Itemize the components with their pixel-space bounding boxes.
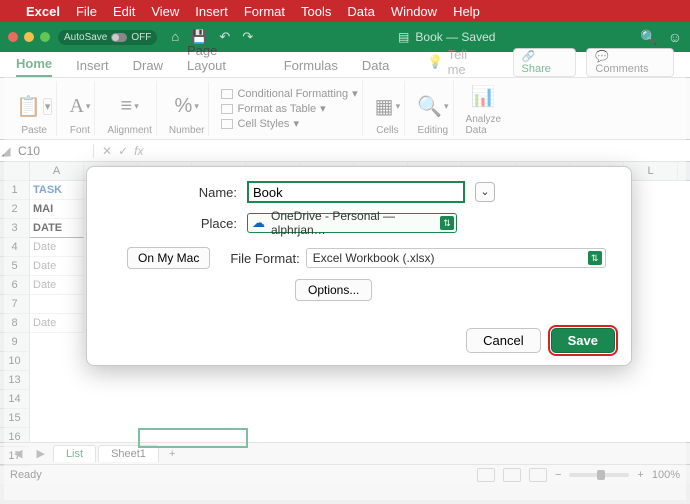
analyze-icon: 📊 bbox=[471, 84, 496, 109]
save-button[interactable]: Save bbox=[551, 328, 615, 353]
zoom-level[interactable]: 100% bbox=[652, 469, 680, 481]
toggle-off-icon bbox=[111, 33, 127, 42]
ribbon-tabs: Home Insert Draw Page Layout Formulas Da… bbox=[0, 52, 690, 78]
cancel-button[interactable]: Cancel bbox=[466, 328, 540, 353]
place-select[interactable]: ☁ OneDrive - Personal — alphrjan… ⇅ bbox=[247, 213, 457, 233]
editing-icon: 🔍 bbox=[417, 94, 442, 119]
lightbulb-icon: 💡 bbox=[427, 54, 443, 70]
cloud-icon: ☁ bbox=[252, 215, 265, 231]
autosave-toggle[interactable]: AutoSave OFF bbox=[58, 30, 157, 45]
ribbon-group-editing[interactable]: 🔍▾ Editing bbox=[413, 81, 453, 136]
document-title: Book — Saved bbox=[415, 30, 495, 44]
cell-a4[interactable]: Date bbox=[30, 238, 84, 257]
cell-a1[interactable]: TASK bbox=[30, 181, 84, 200]
clipboard-dropdown-icon[interactable]: ▾ bbox=[43, 98, 53, 115]
file-format-select[interactable]: Excel Workbook (.xlsx) ⇅ bbox=[306, 248, 606, 268]
sheet-tab-list[interactable]: List bbox=[53, 445, 96, 462]
tab-formulas[interactable]: Formulas bbox=[284, 58, 338, 77]
cell-a5[interactable]: Date bbox=[30, 257, 84, 276]
ribbon-group-font[interactable]: A▾ Font bbox=[65, 81, 95, 136]
share-button[interactable]: 🔗 Share bbox=[513, 48, 577, 77]
menu-insert[interactable]: Insert bbox=[195, 4, 228, 19]
window-zoom-icon[interactable] bbox=[40, 32, 50, 42]
cell-a2[interactable]: MAI bbox=[30, 200, 84, 219]
menu-data[interactable]: Data bbox=[347, 4, 374, 19]
name-box[interactable]: C10 bbox=[12, 144, 94, 158]
menu-help[interactable]: Help bbox=[453, 4, 480, 19]
menu-format[interactable]: Format bbox=[244, 4, 285, 19]
dropdown-icon: ⇅ bbox=[588, 251, 602, 265]
file-name-input[interactable] bbox=[247, 181, 465, 203]
menu-excel[interactable]: Excel bbox=[26, 4, 60, 19]
ribbon-group-paste[interactable]: 📋▾ Paste bbox=[12, 81, 57, 136]
page-layout-view-icon[interactable] bbox=[503, 468, 521, 482]
ribbon-group-cells[interactable]: ▦▾ Cells bbox=[371, 81, 405, 136]
selection-rectangle bbox=[138, 428, 248, 448]
tab-insert[interactable]: Insert bbox=[76, 58, 109, 77]
page-break-view-icon[interactable] bbox=[529, 468, 547, 482]
ribbon-group-analyze[interactable]: 📊 AnalyzeData bbox=[462, 81, 506, 136]
conditional-formatting-button[interactable]: Conditional Formatting ▾ bbox=[221, 86, 357, 101]
font-icon: A bbox=[69, 95, 83, 118]
save-dialog: Name: ⌄ Place: ☁ OneDrive - Personal — a… bbox=[86, 166, 632, 366]
mac-menubar: Excel File Edit View Insert Format Tools… bbox=[0, 0, 690, 22]
percent-icon: % bbox=[175, 95, 193, 118]
tab-home[interactable]: Home bbox=[16, 56, 52, 77]
tab-page-layout[interactable]: Page Layout bbox=[187, 43, 260, 77]
cf-icon bbox=[221, 89, 233, 99]
styles-icon bbox=[221, 119, 233, 129]
user-icon[interactable]: ☺ bbox=[668, 29, 682, 46]
next-sheet-icon[interactable]: ▶ bbox=[30, 447, 50, 460]
expand-chevron-icon[interactable]: ⌄ bbox=[475, 182, 495, 202]
status-ready: Ready bbox=[10, 469, 42, 481]
tab-draw[interactable]: Draw bbox=[133, 58, 163, 77]
window-close-icon[interactable] bbox=[8, 32, 18, 42]
prev-sheet-icon[interactable]: ◀ bbox=[8, 447, 28, 460]
menu-window[interactable]: Window bbox=[391, 4, 437, 19]
zoom-in-button[interactable]: + bbox=[637, 469, 643, 481]
add-sheet-button[interactable]: + bbox=[161, 448, 183, 460]
ribbon-group-alignment[interactable]: ≡▾ Alignment bbox=[103, 81, 156, 136]
enter-formula-icon[interactable]: ✓ bbox=[118, 144, 128, 158]
cell-a7[interactable] bbox=[30, 295, 84, 314]
place-label: Place: bbox=[107, 216, 247, 231]
align-icon: ≡ bbox=[121, 95, 133, 118]
cell-a8[interactable]: Date bbox=[30, 314, 84, 333]
table-icon bbox=[221, 104, 233, 114]
format-as-table-button[interactable]: Format as Table ▾ bbox=[221, 101, 325, 116]
normal-view-icon[interactable] bbox=[477, 468, 495, 482]
menu-edit[interactable]: Edit bbox=[113, 4, 135, 19]
ribbon-group-styles: Conditional Formatting ▾ Format as Table… bbox=[217, 81, 362, 136]
search-icon[interactable]: 🔍 bbox=[640, 29, 657, 46]
row-headers[interactable]: 123456789101314151617 bbox=[0, 162, 30, 442]
paste-icon: 📋 bbox=[16, 94, 41, 119]
zoom-slider[interactable] bbox=[569, 473, 629, 477]
cells-icon: ▦ bbox=[375, 94, 394, 119]
ribbon-group-number[interactable]: %▾ Number bbox=[165, 81, 210, 136]
document-icon: ▤ bbox=[398, 30, 409, 44]
home-icon[interactable]: ⌂ bbox=[171, 29, 179, 45]
menu-file[interactable]: File bbox=[76, 4, 97, 19]
ribbon: 📋▾ Paste A▾ Font ≡▾ Alignment %▾ Number … bbox=[0, 78, 690, 140]
cell-a6[interactable]: Date bbox=[30, 276, 84, 295]
fx-icon[interactable]: fx bbox=[134, 144, 143, 158]
cell-styles-button[interactable]: Cell Styles ▾ bbox=[221, 116, 299, 131]
file-format-label: File Format: bbox=[230, 251, 299, 266]
menu-tools[interactable]: Tools bbox=[301, 4, 331, 19]
select-all-triangle[interactable]: ◢ bbox=[0, 144, 12, 158]
dropdown-icon: ⇅ bbox=[440, 216, 454, 230]
zoom-out-button[interactable]: − bbox=[555, 469, 561, 481]
cell-a3[interactable]: DATE bbox=[30, 219, 84, 238]
tab-data[interactable]: Data bbox=[362, 58, 389, 77]
tell-me[interactable]: Tell me bbox=[448, 47, 489, 77]
name-label: Name: bbox=[107, 185, 247, 200]
formula-bar: ◢ C10 ✕ ✓ fx bbox=[0, 140, 690, 162]
status-bar: Ready − + 100% bbox=[0, 464, 690, 484]
options-button[interactable]: Options... bbox=[295, 279, 372, 301]
comments-button[interactable]: 💬 Comments bbox=[586, 48, 674, 77]
window-minimize-icon[interactable] bbox=[24, 32, 34, 42]
on-my-mac-button[interactable]: On My Mac bbox=[127, 247, 210, 269]
menu-view[interactable]: View bbox=[151, 4, 179, 19]
cancel-formula-icon[interactable]: ✕ bbox=[102, 144, 112, 158]
